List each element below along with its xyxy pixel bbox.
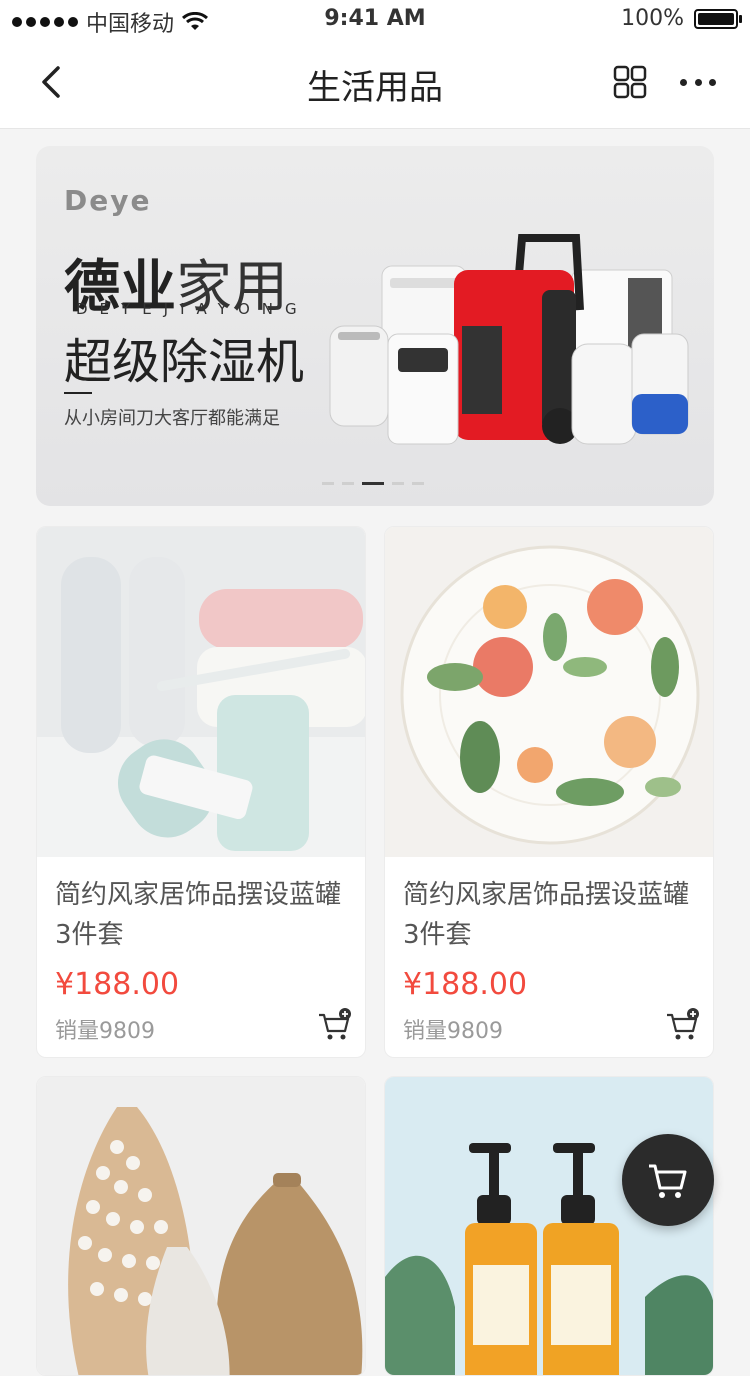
product-card[interactable]: 简约风家居饰品摆设蓝罐3件套 ¥188.00 销量9809: [36, 526, 366, 1058]
cart-add-icon[interactable]: [665, 1007, 701, 1043]
product-image-toothbrush-cups: [37, 527, 365, 857]
product-image-orange-shampoo: [385, 1077, 713, 1375]
dehumidifier-product-image: [329, 234, 689, 445]
product-card[interactable]: [36, 1076, 366, 1376]
cart-add-icon[interactable]: [317, 1007, 353, 1043]
pagination-dot[interactable]: [412, 482, 424, 485]
cart-icon: [649, 1164, 687, 1198]
banner-tagline: 从小房间刀大客厅都能满足: [64, 408, 280, 429]
product-card[interactable]: [384, 1076, 714, 1376]
battery-icon: [694, 8, 742, 29]
brand-logo: Deye: [64, 184, 152, 217]
pagination-dot[interactable]: [342, 482, 354, 485]
grid-icon[interactable]: [612, 64, 648, 100]
pagination-dot[interactable]: [322, 482, 334, 485]
banner-pinyin: DEYEJIAYONG: [76, 300, 309, 318]
pagination-dot-active[interactable]: [362, 482, 384, 485]
promo-banner[interactable]: Deye 德业家用 DEYEJIAYONG 超级除湿机 从小房间刀大客厅都能满足: [36, 146, 714, 506]
floating-cart-button[interactable]: [622, 1134, 714, 1226]
product-price: ¥188.00: [403, 967, 528, 1002]
banner-divider: [64, 392, 92, 394]
pagination-dot[interactable]: [392, 482, 404, 485]
product-sales: 销量9809: [55, 1019, 155, 1044]
product-card[interactable]: 简约风家居饰品摆设蓝罐3件套 ¥188.00 销量9809: [384, 526, 714, 1058]
status-bar: 中国移动 9:41 AM 100%: [0, 0, 750, 40]
battery-percent: 100%: [621, 6, 684, 31]
product-price: ¥188.00: [55, 967, 180, 1002]
product-sales: 销量9809: [403, 1019, 503, 1044]
product-image-ceramic-vases: [37, 1077, 365, 1375]
navigation-bar: 生活用品: [0, 40, 750, 129]
battery-info: 100%: [621, 6, 742, 31]
product-name[interactable]: 简约风家居饰品摆设蓝罐3件套: [403, 875, 703, 955]
banner-pagination: [322, 482, 424, 485]
more-icon[interactable]: [680, 70, 716, 94]
product-image-floral-plate: [385, 527, 713, 857]
banner-subtitle: 超级除湿机: [64, 334, 305, 390]
product-name[interactable]: 简约风家居饰品摆设蓝罐3件套: [55, 875, 355, 955]
